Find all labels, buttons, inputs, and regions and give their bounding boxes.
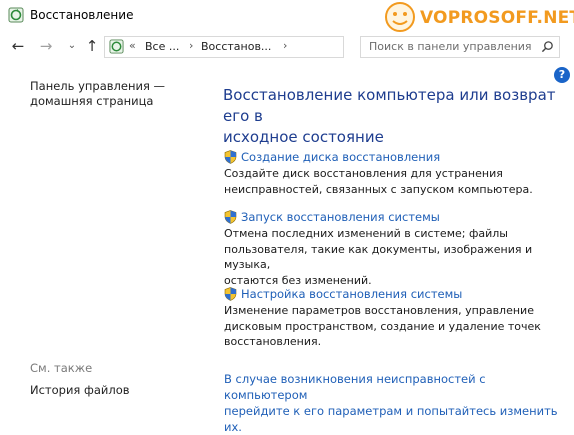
see-also-label: См. также <box>30 361 93 375</box>
uac-shield-icon <box>224 287 237 301</box>
desc-line: Изменение параметров восстановления, упр… <box>224 304 534 317</box>
search-placeholder: Поиск в панели управления <box>369 40 532 53</box>
search-icon[interactable] <box>541 40 554 53</box>
desc-line: Создайте диск восстановления для устране… <box>224 167 503 180</box>
recent-locations-icon[interactable]: ⌄ <box>64 38 80 54</box>
breadcrumb-all[interactable]: Все ... <box>145 40 179 53</box>
page-title: Восстановление компьютера или возврат ег… <box>223 85 563 148</box>
desc-line: остаются без изменений. <box>224 273 372 287</box>
page-title-line2: исходное состояние <box>223 128 384 146</box>
reset-pc-link[interactable]: В случае возникновения неисправностей с … <box>224 371 564 435</box>
navigation-bar: ← → ⌄ ↑ « Все ... › Восстанов... › ⌄ ↻ П… <box>0 32 574 62</box>
breadcrumb-recovery[interactable]: Восстанов... <box>201 40 271 53</box>
search-input[interactable]: Поиск в панели управления <box>360 36 560 58</box>
home-link-line1[interactable]: Панель управления — <box>30 79 165 94</box>
watermark-text: VOPROSOFF.NET <box>420 8 574 28</box>
configure-system-restore-link[interactable]: Настройка восстановления системы <box>241 287 462 301</box>
configure-system-restore-desc: Изменение параметров восстановления, упр… <box>224 303 564 350</box>
desc-line: восстановления. <box>224 335 322 348</box>
recovery-icon <box>109 39 124 54</box>
window-title: Восстановление <box>30 8 134 22</box>
uac-shield-icon <box>224 150 237 164</box>
back-arrow-icon[interactable]: ← <box>10 38 26 54</box>
reset-pc-link-line1[interactable]: В случае возникновения неисправностей с … <box>224 371 564 403</box>
address-overflow[interactable]: « <box>129 39 136 52</box>
address-bar[interactable]: « Все ... › Восстанов... › ⌄ ↻ <box>104 36 442 58</box>
desc-line: дисковым пространством, создание и удале… <box>224 319 541 333</box>
home-link-line2[interactable]: домашняя страница <box>30 94 165 109</box>
breadcrumb-separator[interactable]: › <box>189 39 193 52</box>
control-panel-home-link[interactable]: Панель управления — домашняя страница <box>30 79 165 109</box>
help-icon[interactable]: ? <box>554 67 570 83</box>
desc-line: неисправностей, связанных с запуском ком… <box>224 182 533 196</box>
create-recovery-drive-desc: Создайте диск восстановления для устране… <box>224 166 564 197</box>
page-title-line1: Восстановление компьютера или возврат ег… <box>223 86 556 125</box>
breadcrumb-separator[interactable]: › <box>283 39 287 52</box>
reset-pc-link-line2[interactable]: перейдите к его параметрам и попытайтесь… <box>224 403 564 435</box>
open-system-restore-link[interactable]: Запуск восстановления системы <box>241 210 440 224</box>
desc-line: пользователя, такие как документы, изобр… <box>224 242 533 272</box>
open-system-restore-desc: Отмена последних изменений в системе; фа… <box>224 226 564 288</box>
uac-shield-icon <box>224 210 237 224</box>
desc-line: Отмена последних изменений в системе; фа… <box>224 227 508 240</box>
recovery-icon <box>8 7 24 23</box>
create-recovery-drive-link[interactable]: Создание диска восстановления <box>241 150 440 164</box>
file-history-link[interactable]: История файлов <box>30 383 130 397</box>
forward-arrow-icon[interactable]: → <box>38 38 54 54</box>
up-arrow-icon[interactable]: ↑ <box>84 38 100 54</box>
